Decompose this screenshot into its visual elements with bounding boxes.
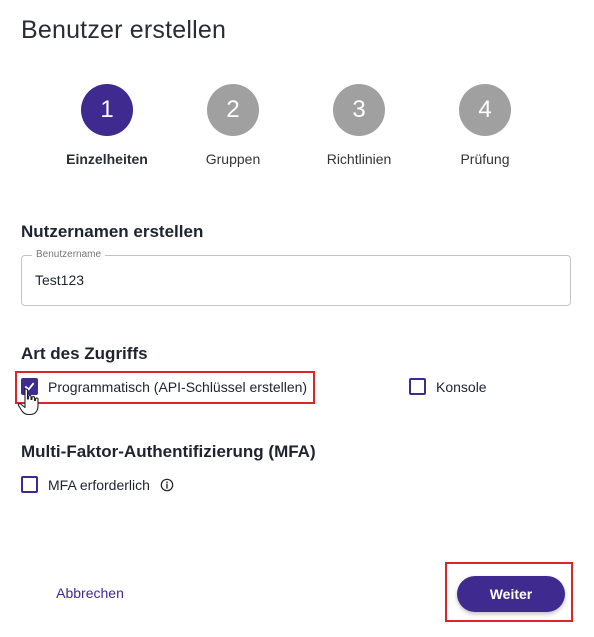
username-heading: Nutzernamen erstellen [21, 222, 204, 241]
info-icon[interactable] [160, 478, 174, 492]
step-pruefung[interactable]: 4 Prüfung [425, 84, 545, 167]
stepper: 1 Einzelheiten 2 Gruppen 3 Richtlinien 4… [0, 84, 594, 174]
step-4-circle: 4 [459, 84, 511, 136]
programmatic-label: Programmatisch (API-Schlüssel erstellen) [48, 378, 308, 395]
mfa-checkbox[interactable] [21, 476, 38, 493]
step-3-label: Richtlinien [326, 151, 392, 167]
step-einzelheiten[interactable]: 1 Einzelheiten [47, 84, 167, 167]
page-title: Benutzer erstellen [21, 16, 227, 44]
step-richtlinien[interactable]: 3 Richtlinien [299, 84, 419, 167]
step-gruppen[interactable]: 2 Gruppen [173, 84, 293, 167]
mfa-heading: Multi-Faktor-Authentifizierung (MFA) [21, 442, 316, 461]
console-option[interactable]: Konsole [409, 378, 487, 395]
step-2-circle: 2 [207, 84, 259, 136]
programmatic-option[interactable]: Programmatisch (API-Schlüssel erstellen) [21, 378, 307, 395]
step-4-label: Prüfung [460, 151, 510, 167]
next-button[interactable]: Weiter [457, 576, 565, 612]
mfa-option[interactable]: MFA erforderlich [21, 476, 174, 493]
username-field[interactable]: Benutzername [21, 249, 571, 306]
console-label: Konsole [436, 378, 487, 395]
username-input[interactable] [35, 272, 535, 288]
access-type-heading: Art des Zugriffs [21, 344, 148, 363]
cancel-button[interactable]: Abbrechen [40, 580, 140, 606]
console-checkbox[interactable] [409, 378, 426, 395]
step-1-label: Einzelheiten [66, 151, 148, 167]
mfa-label: MFA erforderlich [48, 476, 150, 493]
step-2-label: Gruppen [205, 151, 261, 167]
username-field-label: Benutzername [32, 249, 106, 260]
hand-cursor-icon [17, 388, 39, 416]
step-1-circle: 1 [81, 84, 133, 136]
step-3-circle: 3 [333, 84, 385, 136]
